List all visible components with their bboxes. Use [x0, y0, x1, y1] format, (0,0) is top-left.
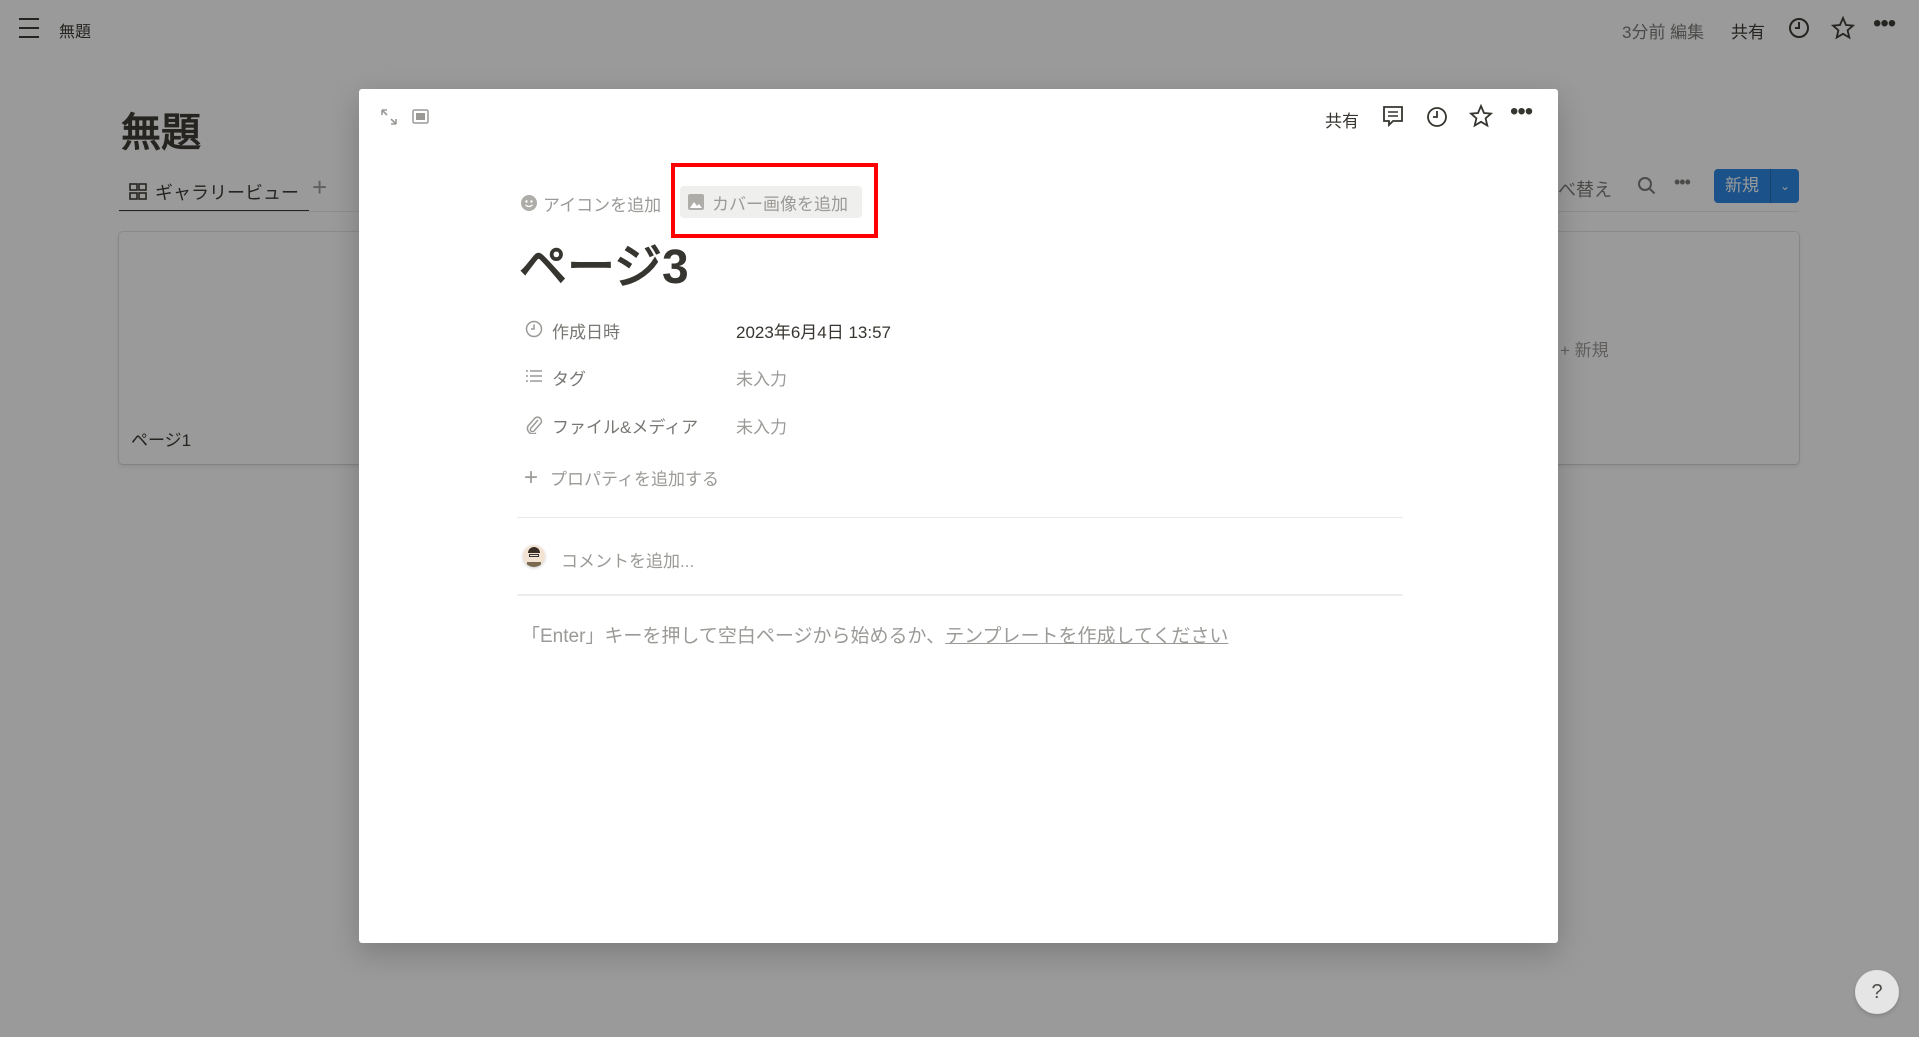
- divider: [517, 517, 1403, 518]
- property-label: タグ: [552, 370, 586, 389]
- property-value[interactable]: 未入力: [736, 413, 787, 438]
- divider: [517, 594, 1403, 596]
- hint-text: 「Enter」キーを押して空白ページから始めるか、: [521, 626, 946, 647]
- create-template-link[interactable]: テンプレートを作成してください: [945, 626, 1228, 647]
- clock-icon: [525, 320, 543, 338]
- page-peek-modal: 共有 ••• アイコンを追加 カバー画像を追加 ページ3 作成日時 2023年6…: [359, 89, 1558, 943]
- share-button[interactable]: 共有: [1325, 107, 1359, 132]
- expand-icon[interactable]: [380, 108, 398, 126]
- property-label: ファイル&メディア: [552, 418, 699, 437]
- paperclip-icon: [526, 416, 543, 434]
- empty-page-hint: 「Enter」キーを押して空白ページから始めるか、テンプレートを作成してください: [521, 621, 1228, 648]
- property-value[interactable]: 2023年6月4日 13:57: [736, 318, 891, 343]
- smiley-icon: [521, 195, 537, 211]
- property-label: 作成日時: [552, 323, 620, 342]
- list-icon: [526, 370, 542, 382]
- highlight-box: [671, 163, 878, 238]
- avatar: [523, 545, 545, 567]
- clock-icon[interactable]: [1426, 106, 1448, 128]
- comment-icon[interactable]: [1382, 105, 1404, 129]
- plus-icon: +: [524, 463, 539, 491]
- peek-mode-icon[interactable]: [412, 109, 429, 124]
- add-property-label: プロパティを追加する: [550, 470, 719, 489]
- more-icon[interactable]: •••: [1510, 98, 1533, 126]
- property-value[interactable]: 未入力: [736, 365, 787, 390]
- help-label: ?: [1871, 981, 1883, 1003]
- page-title[interactable]: ページ3: [519, 227, 689, 297]
- add-icon-button[interactable]: アイコンを追加: [521, 191, 661, 215]
- add-icon-label: アイコンを追加: [543, 195, 662, 215]
- comment-input[interactable]: コメントを追加...: [561, 547, 1361, 572]
- help-button[interactable]: ?: [1855, 970, 1899, 1014]
- add-property-button[interactable]: + プロパティを追加する: [524, 465, 719, 490]
- star-icon[interactable]: [1469, 104, 1493, 128]
